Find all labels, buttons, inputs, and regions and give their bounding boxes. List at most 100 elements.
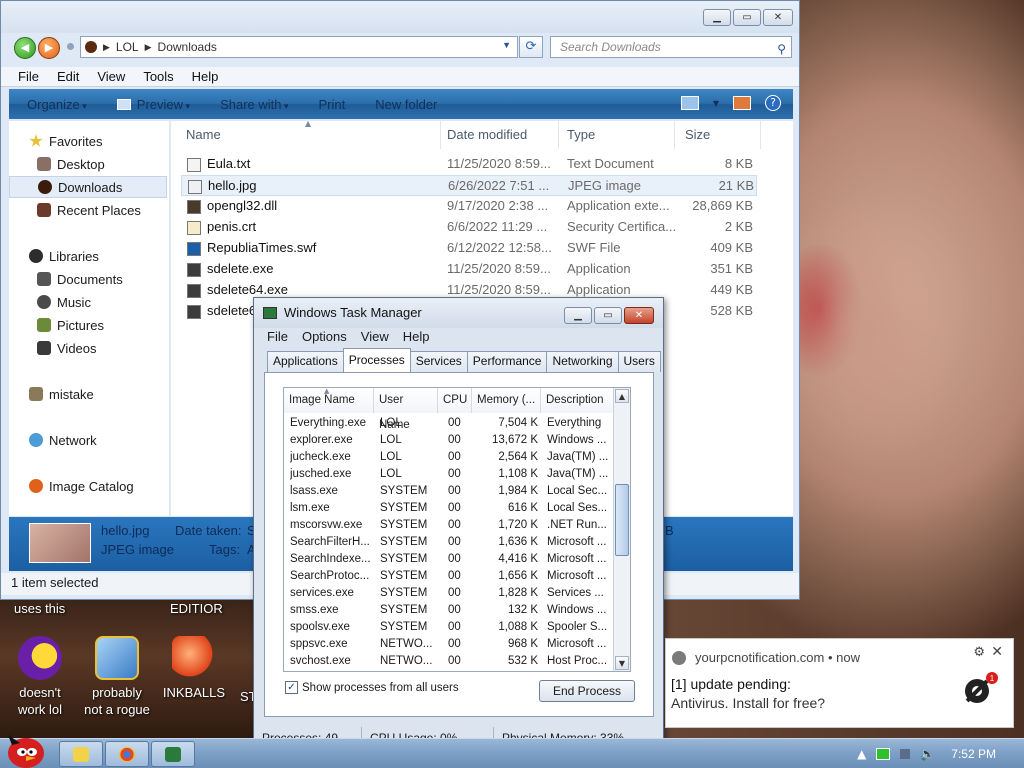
view-dropdown-icon[interactable]: ▼ — [713, 99, 719, 108]
address-dropdown-icon[interactable]: ▼ — [502, 40, 511, 50]
nav-pictures[interactable]: Pictures — [9, 314, 167, 336]
menu-tools[interactable]: Tools — [134, 67, 182, 86]
desktop-icon-yahoo[interactable]: doesn't work lol — [0, 636, 80, 718]
scrollbar-thumb[interactable] — [615, 484, 629, 556]
change-view-icon[interactable] — [680, 96, 699, 110]
nav-downloads[interactable]: Downloads — [9, 176, 167, 198]
column-header-description[interactable]: Description — [541, 388, 615, 413]
file-row-selected[interactable]: hello.jpg 6/26/2022 7:51 ... JPEG image … — [181, 175, 757, 196]
taskbar-button-chrome[interactable] — [105, 741, 149, 767]
action-center-icon[interactable] — [900, 749, 911, 759]
organize-button[interactable]: Organize — [27, 97, 87, 112]
nav-network[interactable]: Network — [9, 429, 167, 451]
desktop-icon-rogue[interactable]: probably not a rogue — [77, 636, 157, 718]
show-all-processes-checkbox[interactable]: ✓ Show processes from all users — [285, 681, 459, 694]
breadcrumb-item[interactable]: Downloads — [158, 40, 217, 54]
nav-music[interactable]: Music — [9, 291, 167, 313]
process-row[interactable]: svchost.exe NETWO... 00 532 K Host Proc... — [284, 654, 614, 671]
recent-pages-dot-icon[interactable] — [67, 43, 74, 50]
nav-documents[interactable]: Documents — [9, 268, 167, 290]
file-row[interactable]: penis.crt 6/6/2022 11:29 ... Security Ce… — [181, 217, 757, 238]
menu-options[interactable]: Options — [295, 328, 354, 348]
menu-edit[interactable]: Edit — [48, 67, 88, 86]
end-process-button[interactable]: End Process — [539, 680, 635, 702]
column-header-size[interactable]: Size — [677, 121, 761, 149]
column-header-date[interactable]: Date modified — [439, 121, 559, 149]
minimize-button[interactable]: ▁ — [703, 9, 731, 26]
tab-processes[interactable]: Processes — [342, 348, 411, 372]
process-row[interactable]: SearchProtoc... SYSTEM 00 1,656 K Microsoft … — [284, 569, 614, 586]
angry-bird-start-icon[interactable] — [2, 731, 46, 768]
menu-file[interactable]: File — [9, 67, 48, 86]
maximize-button[interactable]: ▭ — [594, 307, 622, 324]
process-list[interactable]: Image Name ▲ User Name CPU Memory (... D… — [283, 387, 631, 672]
process-row[interactable]: lsm.exe SYSTEM 00 616 K Local Ses... — [284, 501, 614, 518]
process-row[interactable]: Everything.exe LOL 00 7,504 K Everything — [284, 416, 614, 433]
process-row[interactable]: SearchFilterH... SYSTEM 00 1,636 K Microsoft… — [284, 535, 614, 552]
process-row[interactable]: sppsvc.exe NETWO... 00 968 K Microsoft ... — [284, 637, 614, 654]
close-button[interactable]: ✕ — [763, 9, 793, 26]
volume-icon[interactable]: 🔈 — [920, 747, 935, 761]
process-row[interactable]: SearchIndexe... SYSTEM 00 4,416 K Microsoft … — [284, 552, 614, 569]
taskbar-clock[interactable]: 7:52 PM — [951, 747, 996, 761]
menu-help[interactable]: Help — [396, 328, 437, 348]
process-row[interactable]: services.exe SYSTEM 00 1,828 K Services ... — [284, 586, 614, 603]
preview-button[interactable]: Preview — [137, 97, 190, 112]
column-header-user-name[interactable]: User Name — [374, 388, 438, 431]
process-row[interactable]: jucheck.exe LOL 00 2,564 K Java(TM) ... — [284, 450, 614, 467]
maximize-button[interactable]: ▭ — [733, 9, 761, 26]
forward-button[interactable]: ▶ — [38, 37, 60, 59]
scroll-down-icon[interactable]: ▼ — [615, 656, 629, 670]
network-status-icon[interactable] — [876, 748, 891, 760]
tab-users[interactable]: Users — [617, 351, 661, 372]
nav-desktop[interactable]: Desktop — [9, 153, 167, 175]
nav-favorites[interactable]: Favorites — [9, 130, 167, 152]
process-row[interactable]: spoolsv.exe SYSTEM 00 1,088 K Spooler S... — [284, 620, 614, 637]
address-bar[interactable]: ▶ LOL ▶ Downloads ▼ — [80, 36, 518, 58]
nav-mistake[interactable]: mistake — [9, 383, 167, 405]
preview-pane-icon[interactable] — [733, 96, 751, 110]
print-button[interactable]: Print — [319, 97, 346, 112]
nav-libraries[interactable]: Libraries — [9, 245, 167, 267]
close-icon[interactable]: ✕ — [991, 644, 1003, 660]
tab-services[interactable]: Services — [409, 351, 468, 372]
search-icon[interactable]: ⚲ — [777, 39, 786, 59]
nav-videos[interactable]: Videos — [9, 337, 167, 359]
menu-file[interactable]: File — [260, 328, 295, 348]
column-header-cpu[interactable]: CPU — [438, 388, 472, 413]
process-row[interactable]: smss.exe SYSTEM 00 132 K Windows ... — [284, 603, 614, 620]
nav-image-catalog[interactable]: Image Catalog — [9, 475, 167, 497]
tab-networking[interactable]: Networking — [546, 351, 619, 372]
column-header-memory[interactable]: Memory (... — [472, 388, 541, 413]
notification-toast[interactable]: yourpcnotification.com • now ⚙ ✕ [1] upd… — [665, 638, 1014, 728]
menu-view[interactable]: View — [354, 328, 396, 348]
minimize-button[interactable]: ▁ — [564, 307, 592, 324]
back-button[interactable]: ◀ — [14, 37, 36, 59]
taskbar-button-explorer[interactable] — [59, 741, 103, 767]
process-row[interactable]: mscorsvw.exe SYSTEM 00 1,720 K .NET Run... — [284, 518, 614, 535]
explorer-titlebar[interactable] — [1, 1, 799, 33]
process-row[interactable]: explorer.exe LOL 00 13,672 K Windows ... — [284, 433, 614, 450]
scroll-up-icon[interactable]: ▲ — [615, 389, 629, 403]
process-row[interactable]: jusched.exe LOL 00 1,108 K Java(TM) ... — [284, 467, 614, 484]
process-row[interactable]: lsass.exe SYSTEM 00 1,984 K Local Sec... — [284, 484, 614, 501]
file-row[interactable]: RepubliaTimes.swf 6/12/2022 12:58... SWF… — [181, 238, 757, 259]
tab-applications[interactable]: Applications — [267, 351, 344, 372]
nav-recent-places[interactable]: Recent Places — [9, 199, 167, 221]
task-manager-window[interactable]: Windows Task Manager ▁ ▭ ✕ File Options … — [253, 297, 664, 753]
checkbox-checked-icon[interactable]: ✓ — [285, 681, 298, 694]
search-input[interactable]: Search Downloads ⚲ — [550, 36, 792, 58]
close-button[interactable]: ✕ — [624, 307, 654, 324]
desktop-icon-inkballs[interactable]: INKBALLS — [154, 636, 234, 701]
taskbar-button-task-manager[interactable] — [151, 741, 195, 767]
tab-performance[interactable]: Performance — [466, 351, 548, 372]
refresh-button[interactable]: ⟳ — [519, 36, 543, 58]
file-row[interactable]: sdelete.exe 11/25/2020 8:59... Applicati… — [181, 259, 757, 280]
file-row[interactable]: opengl32.dll 9/17/2020 2:38 ... Applicat… — [181, 196, 757, 217]
breadcrumb-item[interactable]: LOL — [116, 40, 139, 54]
share-with-button[interactable]: Share with — [220, 97, 288, 112]
new-folder-button[interactable]: New folder — [375, 97, 437, 112]
gear-icon[interactable]: ⚙ — [973, 645, 985, 660]
column-header-type[interactable]: Type — [559, 121, 675, 149]
help-icon[interactable]: ? — [765, 95, 781, 111]
